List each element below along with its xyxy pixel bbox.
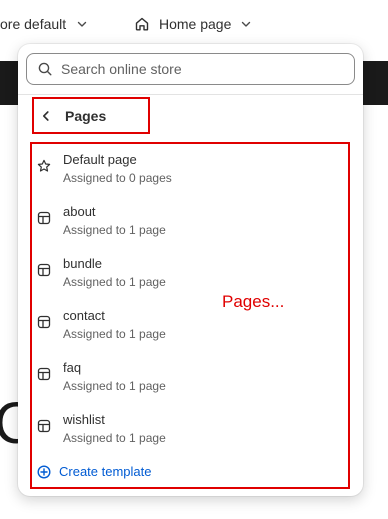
chevron-left-icon bbox=[43, 110, 49, 121]
template-item-contact[interactable]: contact Assigned to 1 page bbox=[36, 308, 346, 348]
template-item-title: Default page bbox=[63, 152, 137, 167]
search-icon bbox=[38, 62, 52, 76]
template-item-title: faq bbox=[63, 360, 82, 375]
template-item-title: bundle bbox=[63, 256, 103, 271]
page-selector-label: Home page bbox=[159, 16, 232, 32]
template-item-bundle[interactable]: bundle Assigned to 1 page bbox=[36, 256, 346, 296]
template-icon bbox=[37, 367, 51, 381]
template-icon bbox=[37, 263, 51, 277]
store-selector-label: ore default bbox=[0, 16, 67, 32]
search-input[interactable]: Search online store bbox=[26, 53, 355, 85]
home-icon bbox=[135, 17, 149, 31]
back-row-label: Pages bbox=[65, 107, 107, 124]
template-item-subtitle: Assigned to 1 page bbox=[63, 327, 166, 341]
template-icon bbox=[37, 315, 51, 329]
template-item-wishlist[interactable]: wishlist Assigned to 1 page bbox=[36, 412, 346, 452]
search-placeholder: Search online store bbox=[61, 61, 182, 77]
template-item-title: wishlist bbox=[63, 412, 105, 427]
annotation-note: Pages... bbox=[222, 292, 285, 311]
star-icon bbox=[37, 159, 51, 172]
create-template-label: Create template bbox=[59, 464, 152, 479]
template-picker-popover: Search online store Pages Default page A… bbox=[18, 44, 363, 496]
template-icon bbox=[37, 419, 51, 433]
template-item-faq[interactable]: faq Assigned to 1 page bbox=[36, 360, 346, 400]
template-item-subtitle: Assigned to 1 page bbox=[63, 223, 166, 237]
template-item-subtitle: Assigned to 1 page bbox=[63, 431, 166, 445]
template-icon bbox=[37, 211, 51, 225]
template-item-title: about bbox=[63, 204, 96, 219]
plus-circle-icon bbox=[37, 464, 51, 479]
divider bbox=[18, 94, 363, 95]
store-selector[interactable]: ore default bbox=[0, 15, 88, 33]
template-item-subtitle: Assigned to 1 page bbox=[63, 275, 166, 289]
template-item-default-page[interactable]: Default page Assigned to 0 pages bbox=[36, 152, 346, 192]
page-selector[interactable]: Home page bbox=[134, 14, 252, 34]
create-template-button[interactable]: Create template bbox=[37, 464, 152, 479]
template-item-subtitle: Assigned to 0 pages bbox=[63, 171, 172, 185]
chevron-down-icon bbox=[77, 21, 87, 27]
template-item-subtitle: Assigned to 1 page bbox=[63, 379, 166, 393]
template-item-about[interactable]: about Assigned to 1 page bbox=[36, 204, 346, 244]
back-to-templates-button[interactable]: Pages bbox=[32, 97, 150, 134]
chevron-down-icon bbox=[242, 21, 251, 27]
editor-topbar: ore default Home page bbox=[0, 0, 388, 48]
template-item-title: contact bbox=[63, 308, 105, 323]
